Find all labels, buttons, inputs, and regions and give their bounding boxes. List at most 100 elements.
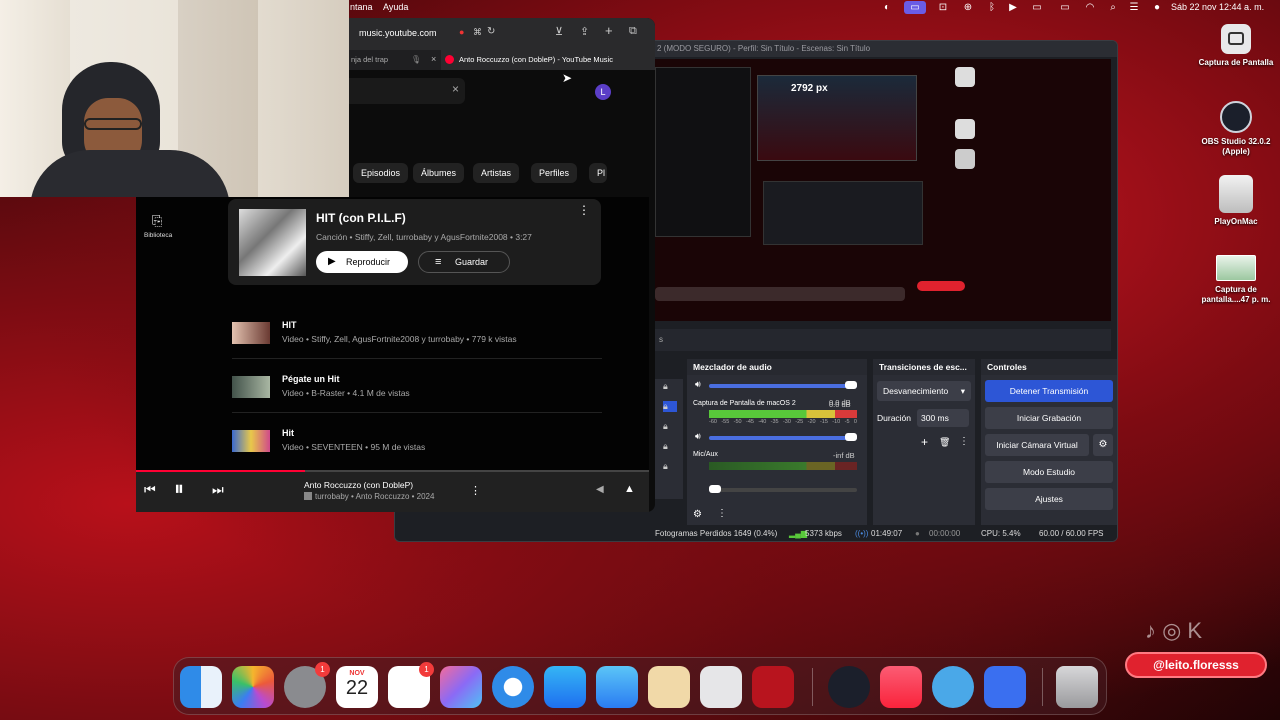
menubar-clock[interactable]: Sáb 22 nov 12:44 a. m. — [1171, 2, 1264, 12]
lock-icon[interactable]: 🔒︎ — [663, 461, 668, 472]
more-icon[interactable]: ⋮ — [959, 436, 969, 447]
obs-dock-icon[interactable] — [828, 666, 870, 708]
desktop-icon-playonmac[interactable]: PlayOnMac — [1196, 175, 1276, 227]
safari-icon[interactable] — [492, 666, 534, 708]
next-icon[interactable]: ⏭ — [212, 482, 224, 498]
now-playing-title[interactable]: Anto Roccuzzo (con DobleP) — [304, 480, 413, 490]
speaker-icon[interactable]: 🔊︎ — [695, 379, 701, 390]
stop-streaming-button[interactable]: Detener Transmisión — [985, 380, 1113, 402]
chip-playlists[interactable]: Pl — [589, 163, 608, 183]
mail-icon[interactable] — [596, 666, 638, 708]
album-art[interactable] — [239, 209, 306, 276]
result-row[interactable]: HIT Video • Stiffy, Zell, AgusFortnite20… — [232, 318, 602, 360]
start-virtual-camera-button[interactable]: Iniciar Cámara Virtual — [985, 434, 1089, 456]
share-icon[interactable]: ⇪ — [580, 25, 589, 38]
new-tab-icon[interactable]: + — [605, 23, 613, 38]
speaker-icon[interactable]: 🔊︎ — [695, 431, 701, 442]
volume-knob-1[interactable] — [845, 381, 857, 389]
lock-icon[interactable]: 🔒︎ — [663, 441, 668, 452]
finder-icon[interactable] — [180, 666, 222, 708]
reload-icon[interactable]: ↻ — [487, 26, 495, 37]
control-center-icon[interactable]: ☰ — [1127, 1, 1141, 14]
tabs-overview-icon[interactable]: ⧉ — [629, 25, 637, 38]
desktop-icon-obs[interactable]: OBS Studio 32.0.2 (Apple) — [1196, 101, 1276, 157]
obs-preview[interactable]: 2792 px — [655, 59, 1111, 321]
result-title[interactable]: HIT — [282, 320, 297, 330]
volume-slider-3[interactable] — [709, 488, 857, 492]
result-row[interactable]: Hit Video • SEVENTEEN • 95 M de vistas — [232, 426, 602, 468]
calendar-icon[interactable]: NOV 22 — [336, 666, 378, 708]
more-icon[interactable]: ⋮ — [578, 203, 590, 217]
save-button[interactable]: ≡ Guardar — [418, 251, 510, 273]
top-result-card[interactable]: HIT (con P.I.L.F) Canción • Stiffy, Zell… — [228, 199, 601, 285]
siri-icon[interactable]: ● — [1150, 1, 1164, 14]
settings-button[interactable]: Ajustes — [985, 488, 1113, 510]
desktop-icon-captura-file[interactable]: Captura de pantalla....47 p. m. — [1196, 255, 1276, 305]
video-thumbnail[interactable] — [232, 376, 270, 398]
pause-icon[interactable]: ⏸ — [174, 478, 184, 501]
quicktime-icon[interactable] — [932, 666, 974, 708]
trash-icon[interactable] — [1056, 666, 1098, 708]
video-thumbnail[interactable] — [232, 322, 270, 344]
add-icon[interactable]: + — [921, 435, 928, 449]
play-icon[interactable]: ▶ — [1006, 1, 1020, 14]
volume-knob-3[interactable] — [709, 485, 721, 493]
screen-record-icon[interactable]: ▭ — [904, 1, 926, 14]
progress-track[interactable] — [136, 470, 649, 472]
transition-select[interactable]: Desvanecimiento ▾ — [877, 381, 971, 401]
roblox-icon[interactable] — [984, 666, 1026, 708]
search-input[interactable]: × — [349, 78, 465, 104]
tab-active[interactable]: Anto Roccuzzo (con DobleP) - YouTube Mus… — [441, 50, 655, 70]
top-result-title[interactable]: HIT (con P.I.L.F) — [316, 211, 406, 225]
lock-icon[interactable]: 🔒︎ — [663, 401, 677, 412]
reminders-icon[interactable]: 1 — [388, 662, 434, 708]
chip-episodios[interactable]: Episodios — [353, 163, 409, 183]
play-button[interactable]: ▶ Reproducir — [316, 251, 408, 273]
photos-icon[interactable] — [232, 666, 274, 708]
display-icon[interactable]: ▭ — [1030, 1, 1044, 14]
chip-albumes[interactable]: Álbumes — [413, 163, 465, 183]
palette-icon[interactable]: ⊡ — [936, 1, 950, 14]
result-title[interactable]: Hit — [282, 428, 294, 438]
recycle-folder-icon[interactable] — [648, 666, 690, 708]
translate-icon[interactable]: ⌘ — [473, 27, 482, 38]
chip-perfiles[interactable]: Perfiles — [531, 163, 578, 183]
menu-item-ayuda[interactable]: Ayuda — [383, 2, 408, 12]
result-title[interactable]: Pégate un Hit — [282, 374, 340, 384]
close-icon[interactable]: × — [452, 82, 459, 96]
trash-icon[interactable]: 🗑︎ — [939, 437, 950, 448]
volume-knob-2[interactable] — [845, 433, 857, 441]
download-icon[interactable]: ⊻ — [555, 25, 563, 38]
gear-icon[interactable]: ⚙ — [693, 509, 702, 520]
screenshot-app-icon[interactable] — [700, 666, 742, 708]
wifi-icon[interactable]: ◠ — [1083, 1, 1097, 14]
library-label[interactable]: Biblioteca — [144, 232, 172, 239]
volume-slider-2[interactable] — [709, 436, 857, 440]
gear-icon[interactable]: ⚙ — [1093, 434, 1113, 456]
close-icon[interactable]: × — [431, 54, 436, 64]
battery-icon[interactable]: ▭ — [1058, 1, 1072, 14]
previous-icon[interactable]: ⏮ — [144, 482, 156, 498]
more-icon[interactable]: ⋮ — [470, 484, 481, 497]
more-icon[interactable]: ⋮ — [717, 508, 727, 519]
start-recording-button[interactable]: Iniciar Grabación — [985, 407, 1113, 429]
launchpad-icon[interactable] — [440, 666, 482, 708]
bluetooth-icon[interactable]: ᛒ — [985, 1, 999, 14]
library-icon[interactable]: ⎘ — [152, 213, 162, 229]
studio-mode-button[interactable]: Modo Estudio — [985, 461, 1113, 483]
status-menu-icon[interactable]: ◐ — [880, 1, 894, 14]
menu-item-ventana[interactable]: ntana — [350, 2, 373, 12]
obs-sources-tab[interactable]: s — [655, 329, 1111, 351]
volume-slider-1[interactable] — [709, 384, 857, 388]
mic-icon[interactable]: ● — [459, 27, 464, 37]
video-thumbnail[interactable] — [232, 430, 270, 452]
lock-icon[interactable]: 🔒︎ — [663, 381, 668, 392]
chevron-left-icon[interactable]: ◀ — [596, 484, 604, 495]
search-icon[interactable]: ⌕ — [1106, 1, 1120, 14]
system-settings-icon[interactable]: 1 — [284, 662, 330, 708]
result-row[interactable]: Pégate un Hit Video • B-Raster • 4.1 M d… — [232, 372, 602, 414]
address-bar[interactable]: music.youtube.com — [359, 28, 437, 38]
app-store-icon[interactable] — [544, 666, 586, 708]
gamepad-icon[interactable]: ⊕ — [961, 1, 975, 14]
desktop-icon-captura[interactable]: Captura de Pantalla — [1196, 24, 1276, 68]
